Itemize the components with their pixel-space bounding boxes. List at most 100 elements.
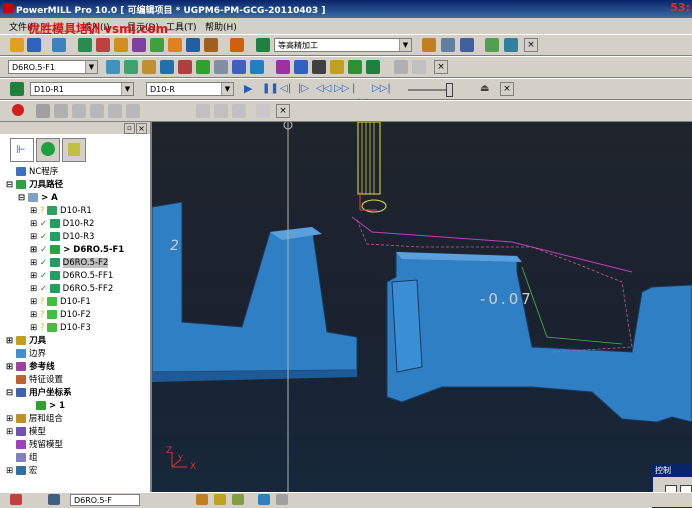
link-icon[interactable] — [330, 60, 344, 74]
status-tool-icon[interactable] — [196, 494, 208, 505]
tree-item-models[interactable]: ⊞ 模型 — [6, 426, 46, 438]
menu-help[interactable]: 帮助(H) — [205, 20, 237, 33]
strategy-combo[interactable]: 等高精加工 ▼ — [274, 38, 412, 52]
pencil-icon[interactable] — [412, 60, 426, 74]
sim-icon[interactable] — [10, 82, 24, 96]
tool-icon[interactable] — [78, 38, 92, 52]
tab-recycle[interactable] — [62, 138, 86, 162]
layer-icon[interactable] — [348, 60, 362, 74]
machine-icon[interactable] — [196, 104, 210, 118]
close-icon[interactable]: × — [524, 38, 538, 52]
table-icon[interactable] — [232, 60, 246, 74]
calc-icon[interactable] — [441, 38, 455, 52]
graphics-viewport[interactable]: 2 -0.07 Z X Y — [152, 122, 692, 492]
open-icon[interactable] — [10, 38, 24, 52]
stock-view-icon[interactable] — [54, 104, 68, 118]
machine-pos-icon[interactable] — [232, 104, 246, 118]
close-icon[interactable]: × — [500, 82, 514, 96]
tree-item-d6r05-f1[interactable]: ⊞ ✓ > D6RO.5-F1 — [30, 244, 124, 256]
tree-item-groups[interactable]: 组 — [16, 452, 38, 464]
chevron-down-icon[interactable]: ▼ — [121, 83, 133, 95]
stock-reset-icon[interactable] — [108, 104, 122, 118]
tree-item-nc[interactable]: NC程序 — [16, 166, 58, 178]
points-icon[interactable] — [186, 38, 200, 52]
tree-item-d10-r2[interactable]: ⊞ ✓ D10-R2 — [30, 218, 94, 230]
list-icon[interactable] — [214, 60, 228, 74]
tree-item-d10-r3[interactable]: ⊞ ✓ D10-R3 — [30, 231, 94, 243]
record-icon[interactable] — [12, 104, 24, 116]
block-icon[interactable] — [52, 38, 66, 52]
tree-item-d6r05-f2[interactable]: ⊞ ✓ D6RO.5-F2 — [30, 257, 109, 269]
tree-item-d10-f1[interactable]: ⊞ ? D10-F1 — [30, 296, 91, 308]
stock-rainbow-icon[interactable] — [90, 104, 104, 118]
pattern-icon[interactable] — [114, 38, 128, 52]
tree-item-d10-f3[interactable]: ⊞ ? D10-F3 — [30, 322, 91, 334]
status-check-icon[interactable] — [232, 494, 244, 505]
status-view-icon[interactable] — [258, 494, 270, 505]
tree-item-macros[interactable]: ⊞ 宏 — [6, 465, 37, 477]
tree-item-d10-f2[interactable]: ⊞ ? D10-F2 — [30, 309, 91, 321]
sim-tool-combo[interactable]: D10-R ▼ — [146, 82, 234, 96]
setup-icon[interactable] — [460, 38, 474, 52]
play-icon[interactable]: ▶ — [244, 82, 258, 96]
speed-slider-thumb[interactable] — [446, 83, 453, 97]
tree-item-d10-r1[interactable]: ⊞ ? D10-R1 — [30, 205, 92, 217]
tree-item-levels[interactable]: ⊞ 层和组合 — [6, 413, 63, 425]
save-icon[interactable] — [27, 38, 41, 52]
tab-explorer[interactable]: ⊩ — [10, 138, 34, 162]
tree-item-workplane-1[interactable]: > 1 — [36, 400, 65, 412]
status-heart-icon[interactable] — [276, 494, 288, 505]
tree-item-stock-models[interactable]: 残留模型 — [16, 439, 63, 451]
stock-plain-icon[interactable] — [72, 104, 86, 118]
wave-icon[interactable] — [294, 60, 308, 74]
speed-slider[interactable] — [408, 89, 450, 91]
strategy-icon[interactable] — [256, 38, 270, 52]
eject-icon[interactable]: ⏏ — [480, 82, 494, 96]
step-back-icon[interactable]: ◁| — [280, 82, 294, 96]
chevron-down-icon[interactable]: ▼ — [399, 39, 411, 51]
machine-home-icon[interactable] — [214, 104, 228, 118]
tree-item-features[interactable]: 特征设置 — [16, 374, 63, 386]
wire-icon[interactable] — [124, 60, 138, 74]
status-edit-icon[interactable] — [214, 494, 226, 505]
undo-icon[interactable] — [126, 104, 140, 118]
grid-icon[interactable] — [485, 38, 499, 52]
chevron-down-icon[interactable]: ▼ — [221, 83, 233, 95]
cut-icon[interactable] — [250, 60, 264, 74]
tree-item-folder-a[interactable]: ⊟ > A — [18, 192, 58, 204]
step-forward-icon[interactable]: |▷ — [298, 82, 312, 96]
tree-item-d6r05-ff2[interactable]: ⊞ ✓ D6RO.5-FF2 — [30, 283, 113, 295]
pause-icon[interactable]: ❚❚ — [262, 82, 279, 96]
close-icon[interactable]: × — [136, 123, 147, 134]
holder-icon[interactable] — [142, 60, 156, 74]
tree-item-tools[interactable]: ⊞ 刀具 — [6, 335, 46, 347]
collision-icon[interactable] — [178, 60, 192, 74]
menu-tools[interactable]: 工具(T) — [166, 20, 197, 33]
verify-icon[interactable] — [422, 38, 436, 52]
shade-icon[interactable] — [106, 60, 120, 74]
tree-item-toolpaths[interactable]: ⊟ 刀具路径 — [6, 179, 63, 191]
status-tool-combo[interactable]: D6RO.5-F — [70, 494, 140, 506]
go-start-icon[interactable]: |◁◁ — [352, 82, 367, 108]
boundary-icon[interactable] — [96, 38, 110, 52]
tab-html[interactable] — [36, 138, 60, 162]
rapid-icon[interactable] — [150, 38, 164, 52]
snap-icon[interactable] — [312, 60, 326, 74]
stock-shade-icon[interactable] — [36, 104, 50, 118]
status-icon[interactable] — [10, 494, 22, 505]
sim-path-combo[interactable]: D10-R1 ▼ — [30, 82, 134, 96]
tree-item-boundaries[interactable]: 边界 — [16, 348, 46, 360]
fast-forward-icon[interactable]: ▷▷ — [334, 82, 349, 96]
rewind-icon[interactable]: ◁◁ — [316, 82, 331, 96]
stack-icon[interactable] — [366, 60, 380, 74]
check-icon[interactable] — [160, 60, 174, 74]
mill-icon[interactable] — [230, 38, 244, 52]
ncprog-icon[interactable] — [204, 38, 218, 52]
feature-icon[interactable] — [132, 38, 146, 52]
tree-item-d6r05-ff1[interactable]: ⊞ ✓ D6RO.5-FF1 — [30, 270, 113, 282]
close-icon[interactable]: × — [276, 104, 290, 118]
tree-item-patterns[interactable]: ⊞ 参考线 — [6, 361, 55, 373]
tree-item-workplanes[interactable]: ⊟ 用户坐标系 — [6, 387, 72, 399]
frame-icon[interactable] — [256, 104, 270, 118]
tool-combo[interactable]: D6RO.5-F1 ▼ — [8, 60, 98, 74]
